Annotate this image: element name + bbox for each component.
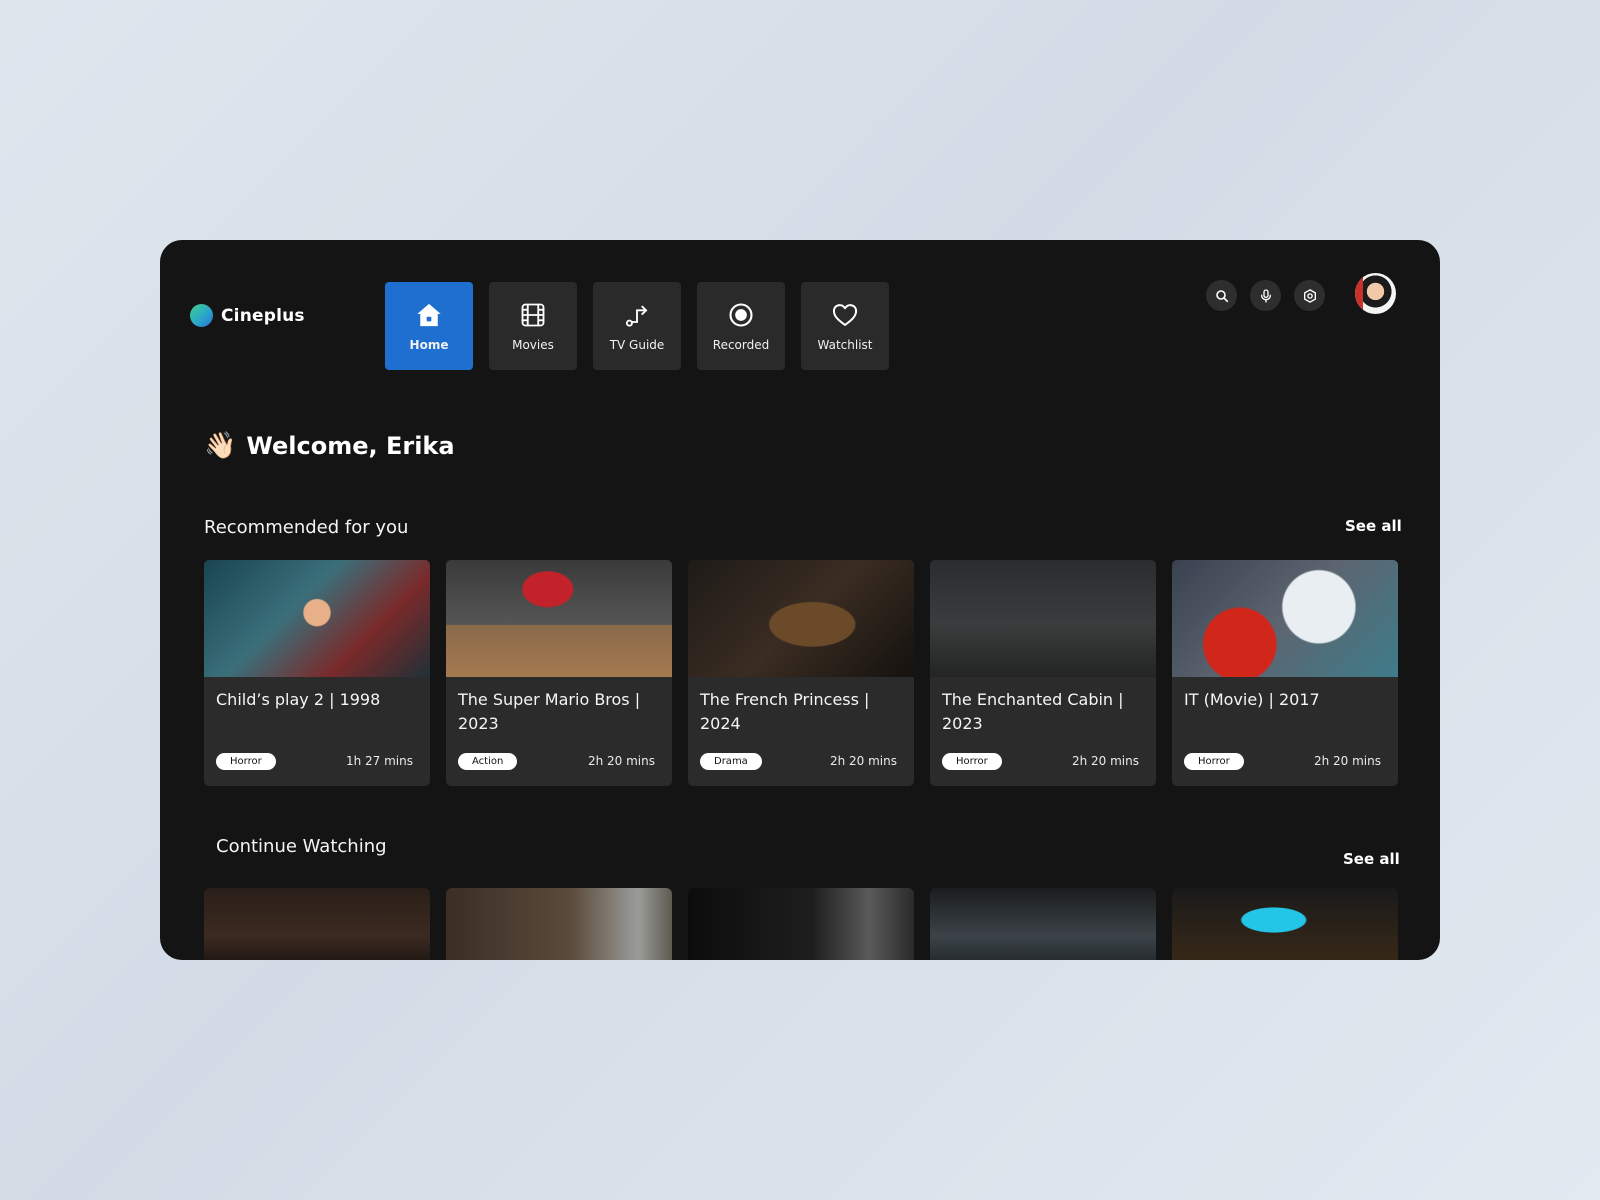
search-button[interactable] — [1206, 280, 1237, 311]
continue-watching-list — [204, 888, 1398, 960]
movie-card[interactable]: Child’s play 2 | 1998 Horror 1h 27 mins — [204, 560, 430, 786]
movie-duration: 1h 27 mins — [345, 754, 413, 768]
top-actions — [1206, 280, 1325, 311]
continue-card[interactable] — [688, 888, 914, 960]
nav-item-home[interactable]: Home — [385, 282, 473, 370]
avatar[interactable] — [1355, 273, 1396, 314]
microphone-icon — [1260, 288, 1271, 303]
movie-thumbnail — [930, 560, 1156, 677]
genre-badge: Action — [458, 753, 518, 770]
record-icon — [729, 302, 753, 327]
home-icon — [417, 303, 441, 326]
nav-label: Recorded — [712, 337, 770, 352]
movie-thumbnail — [204, 560, 430, 677]
heart-icon — [832, 303, 858, 326]
movie-card[interactable]: The Super Mario Bros | 2023 Action 2h 20… — [446, 560, 672, 786]
nav-label: Movies — [512, 337, 554, 352]
logo-mark — [190, 304, 213, 327]
movie-card[interactable]: The Enchanted Cabin | 2023 Horror 2h 20 … — [930, 560, 1156, 786]
continue-card[interactable] — [930, 888, 1156, 960]
continue-card[interactable] — [204, 888, 430, 960]
movie-duration: 2h 20 mins — [587, 754, 655, 768]
nav-item-tv-guide[interactable]: TV Guide — [593, 282, 681, 370]
app-window: Cineplus Home Movies TV Guide Recorded W… — [160, 240, 1440, 960]
movie-card[interactable]: IT (Movie) | 2017 Horror 2h 20 mins — [1172, 560, 1398, 786]
continue-watching-title: Continue Watching — [216, 836, 387, 857]
movie-title: Child’s play 2 | 1998 — [216, 690, 381, 709]
movie-title: The French Princess | 2024 — [700, 690, 870, 733]
route-icon — [625, 305, 648, 327]
nav-item-watchlist[interactable]: Watchlist — [801, 282, 889, 370]
recommended-list: Child’s play 2 | 1998 Horror 1h 27 mins … — [204, 560, 1398, 786]
genre-badge: Horror — [1184, 753, 1244, 770]
see-all-continue[interactable]: See all — [1343, 850, 1400, 868]
main-nav: Home Movies TV Guide Recorded Watchlist — [385, 282, 889, 370]
movie-thumbnail — [446, 560, 672, 677]
nav-label: Home — [409, 337, 449, 352]
movie-card[interactable]: The French Princess | 2024 Drama 2h 20 m… — [688, 560, 914, 786]
recommended-title: Recommended for you — [204, 517, 409, 538]
movie-thumbnail — [688, 560, 914, 677]
welcome-heading: 👋🏻 Welcome, Erika — [204, 432, 455, 460]
genre-badge: Drama — [700, 753, 762, 770]
continue-card[interactable] — [446, 888, 672, 960]
continue-card[interactable] — [1172, 888, 1398, 960]
search-icon — [1215, 289, 1228, 302]
film-icon — [521, 303, 545, 326]
movie-duration: 2h 20 mins — [829, 754, 897, 768]
settings-button[interactable] — [1294, 280, 1325, 311]
voice-search-button[interactable] — [1250, 280, 1281, 311]
brand-name: Cineplus — [221, 305, 305, 326]
movie-title: The Enchanted Cabin | 2023 — [942, 690, 1124, 733]
genre-badge: Horror — [942, 753, 1002, 770]
nav-item-movies[interactable]: Movies — [489, 282, 577, 370]
movie-title: IT (Movie) | 2017 — [1184, 690, 1320, 709]
settings-icon — [1303, 288, 1316, 303]
welcome-text: Welcome, Erika — [246, 432, 455, 460]
brand-logo[interactable]: Cineplus — [190, 304, 305, 327]
nav-item-recorded[interactable]: Recorded — [697, 282, 785, 370]
see-all-recommended[interactable]: See all — [1345, 517, 1402, 535]
genre-badge: Horror — [216, 753, 276, 770]
movie-thumbnail — [1172, 560, 1398, 677]
wave-emoji: 👋🏻 — [204, 431, 237, 461]
movie-duration: 2h 20 mins — [1071, 754, 1139, 768]
nav-label: TV Guide — [609, 337, 665, 352]
movie-duration: 2h 20 mins — [1313, 754, 1381, 768]
movie-title: The Super Mario Bros | 2023 — [458, 690, 641, 733]
nav-label: Watchlist — [817, 337, 873, 352]
